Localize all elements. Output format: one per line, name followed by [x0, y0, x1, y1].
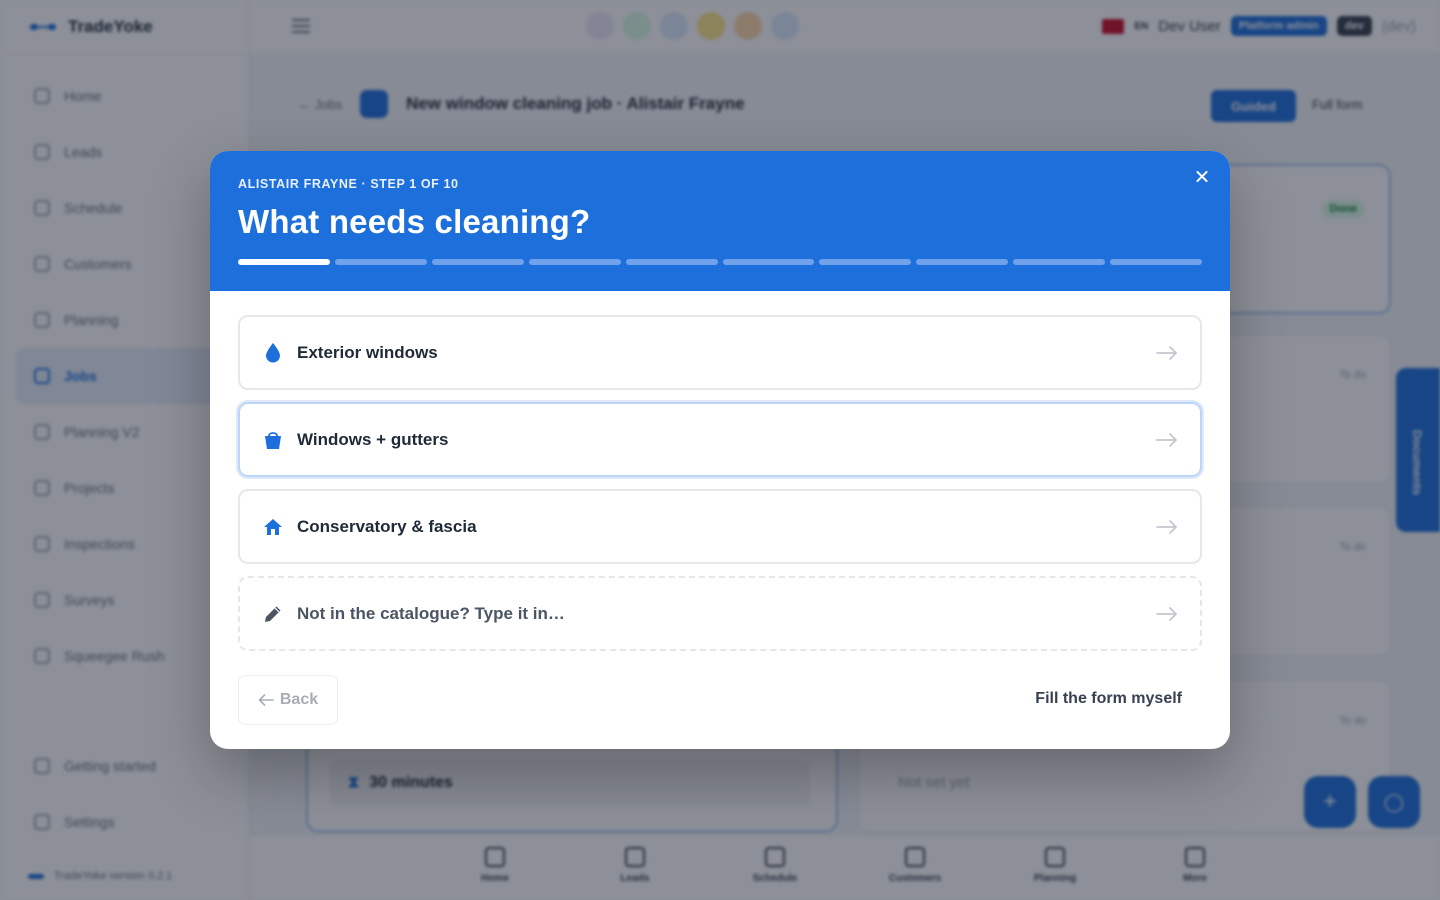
option-label: Windows + gutters	[297, 429, 449, 449]
modal-title: What needs cleaning?	[238, 203, 591, 240]
arrow-right-icon	[1156, 345, 1177, 360]
close-icon[interactable]	[1192, 167, 1212, 187]
fill-form-myself-button[interactable]: Fill the form myself	[1035, 690, 1182, 708]
options-list: Exterior windows Windows + gutters Conse…	[210, 291, 1230, 651]
water-drop-icon	[262, 342, 284, 364]
modal-footer: Back Fill the form myself	[238, 675, 1202, 725]
option-exterior-windows[interactable]: Exterior windows	[238, 315, 1202, 390]
option-label: Exterior windows	[297, 342, 438, 362]
progress-segment	[819, 259, 912, 265]
step-indicator: ALISTAIR FRAYNE · STEP 1 OF 10	[238, 177, 459, 191]
option-conservatory-fascia[interactable]: Conservatory & fascia	[238, 489, 1202, 564]
option-custom-entry[interactable]: Not in the catalogue? Type it in…	[238, 576, 1202, 651]
progress-segment	[1013, 259, 1106, 265]
arrow-right-icon	[1156, 432, 1177, 447]
guided-wizard-modal: ALISTAIR FRAYNE · STEP 1 OF 10 What need…	[210, 151, 1230, 749]
arrow-right-icon	[1156, 606, 1177, 621]
progress-segment	[528, 259, 621, 265]
bucket-icon	[262, 429, 284, 451]
progress-segment	[916, 259, 1009, 265]
option-label: Not in the catalogue? Type it in…	[297, 603, 565, 623]
progress-segment	[625, 259, 718, 265]
house-icon	[262, 516, 284, 538]
progress-segment	[431, 259, 524, 265]
modal-header: ALISTAIR FRAYNE · STEP 1 OF 10 What need…	[210, 151, 1230, 291]
arrow-left-icon	[258, 694, 274, 706]
progress-bar	[238, 259, 1203, 265]
back-button[interactable]: Back	[238, 675, 338, 725]
pencil-icon	[262, 603, 284, 625]
progress-segment	[1110, 259, 1203, 265]
back-label: Back	[279, 691, 319, 708]
progress-segment	[722, 259, 815, 265]
progress-segment	[238, 259, 330, 265]
arrow-right-icon	[1156, 519, 1177, 534]
progress-segment	[334, 259, 427, 265]
option-label: Conservatory & fascia	[297, 516, 477, 536]
option-windows-gutters[interactable]: Windows + gutters	[238, 402, 1202, 477]
